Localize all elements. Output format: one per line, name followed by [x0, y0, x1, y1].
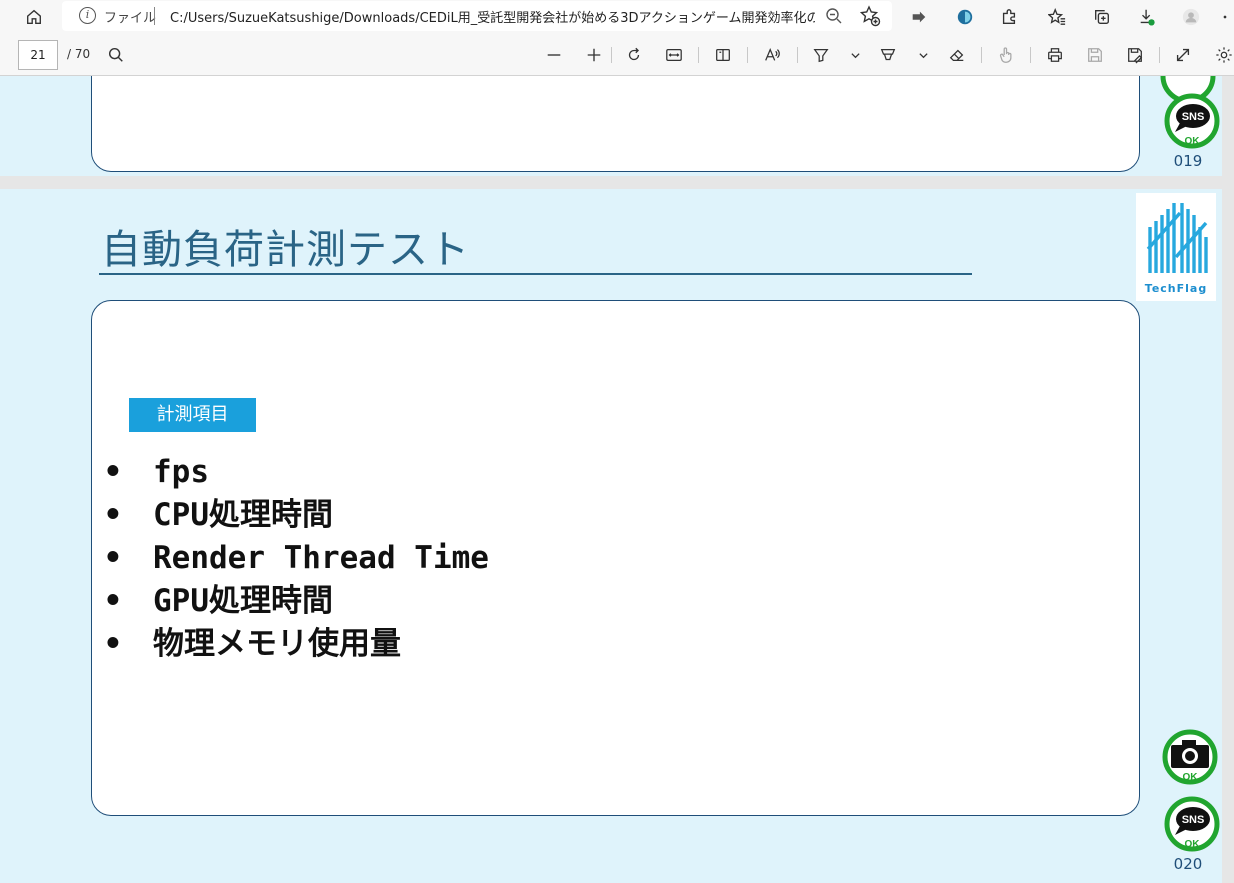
page-number-label: 019	[1173, 152, 1203, 170]
eraser-icon[interactable]	[945, 43, 969, 67]
fit-width-icon[interactable]	[662, 43, 686, 67]
url-text[interactable]: C:/Users/SuzueKatsushige/Downloads/CEDiL…	[170, 7, 815, 26]
list-item-text: Render Thread Time	[153, 540, 489, 576]
bullet-marker: •	[103, 454, 123, 490]
page-number-input[interactable]: 21	[18, 40, 58, 70]
pdf-document-area[interactable]: SNS OK 019 自動負荷計測テスト TechFlag 計測項目 • fps	[0, 76, 1234, 883]
list-item-text: 物理メモリ使用量	[153, 626, 401, 662]
measurement-items-list: • fps • CPU処理時間 • Render Thread Time • GPU処理…	[103, 451, 489, 666]
rotate-icon[interactable]	[622, 43, 646, 67]
title-underline	[99, 273, 972, 275]
settings-gear-icon[interactable]	[1212, 43, 1234, 67]
zoom-out-icon[interactable]	[824, 6, 844, 26]
bullet-marker: •	[103, 583, 123, 619]
list-item-text: GPU処理時間	[153, 583, 333, 619]
svg-text:SNS: SNS	[1182, 814, 1205, 826]
techflag-logo-icon	[1146, 203, 1208, 273]
svg-text:OK: OK	[1183, 772, 1199, 783]
list-item: • CPU処理時間	[103, 494, 489, 537]
toolbar-divider	[797, 47, 798, 63]
toolbar-divider	[1159, 47, 1160, 63]
section-label-badge: 計測項目	[129, 398, 256, 432]
pdf-toolbar: 21 / 70	[0, 34, 1234, 76]
toolbar-divider	[698, 47, 699, 63]
list-item-text: CPU処理時間	[153, 497, 333, 533]
collections-icon[interactable]	[1088, 3, 1116, 31]
pdf-page-previous: SNS OK 019	[0, 76, 1222, 176]
techflag-logo: TechFlag	[1136, 193, 1216, 301]
toolbar-divider	[981, 47, 982, 63]
save-icon[interactable]	[1083, 43, 1107, 67]
file-scheme-label: ファイル	[104, 11, 157, 26]
edge-extension-icon[interactable]	[951, 3, 979, 31]
extensions-icon[interactable]	[995, 3, 1023, 31]
browser-address-bar: i ファイル C:/Users/SuzueKatsushige/Download…	[0, 0, 1234, 34]
bullet-marker: •	[103, 497, 123, 533]
camera-ok-icon: OK	[1162, 729, 1218, 785]
url-separator	[154, 7, 155, 25]
home-icon[interactable]	[20, 3, 48, 31]
chevron-down-icon[interactable]	[911, 43, 935, 67]
more-menu-icon[interactable]	[1216, 3, 1234, 31]
page-view-icon[interactable]	[711, 43, 735, 67]
logo-text: TechFlag	[1144, 282, 1208, 295]
draw-icon[interactable]	[876, 43, 900, 67]
toolbar-divider	[1030, 47, 1031, 63]
slide-title: 自動負荷計測テスト	[101, 227, 470, 273]
list-item: • 物理メモリ使用量	[103, 623, 489, 666]
page-total-label: / 70	[67, 47, 91, 61]
svg-text:OK: OK	[1185, 839, 1201, 850]
favorites-icon[interactable]	[1043, 3, 1071, 31]
list-item-text: fps	[153, 454, 209, 490]
list-item: • GPU処理時間	[103, 580, 489, 623]
list-item: • fps	[103, 451, 489, 494]
svg-text:OK: OK	[1185, 136, 1201, 147]
bullet-marker: •	[103, 540, 123, 576]
chevron-down-icon[interactable]	[843, 43, 867, 67]
highlight-icon[interactable]	[809, 43, 833, 67]
zoom-in-button[interactable]	[582, 43, 606, 67]
read-aloud-icon[interactable]	[905, 3, 933, 31]
print-icon[interactable]	[1043, 43, 1067, 67]
toolbar-divider	[611, 47, 612, 63]
info-icon[interactable]: i	[79, 7, 96, 24]
read-aloud-button[interactable]	[760, 43, 784, 67]
page-number-label: 020	[1173, 855, 1203, 873]
content-frame	[91, 76, 1140, 172]
sns-ok-icon: SNS OK	[1164, 796, 1220, 852]
svg-text:SNS: SNS	[1182, 111, 1205, 123]
toolbar-divider	[747, 47, 748, 63]
search-icon[interactable]	[104, 43, 128, 67]
pdf-page-current: 自動負荷計測テスト TechFlag 計測項目 • fps • CPU処理時間 • R…	[0, 189, 1222, 883]
zoom-out-button[interactable]	[542, 43, 566, 67]
url-field[interactable]: i ファイル C:/Users/SuzueKatsushige/Download…	[62, 1, 892, 31]
downloads-icon[interactable]	[1133, 3, 1161, 31]
touch-draw-icon[interactable]	[994, 43, 1018, 67]
bullet-marker: •	[103, 626, 123, 662]
list-item: • Render Thread Time	[103, 537, 489, 580]
sns-ok-icon: SNS OK	[1164, 93, 1220, 149]
profile-avatar-icon[interactable]	[1177, 3, 1205, 31]
add-favorite-icon[interactable]	[859, 5, 881, 27]
fullscreen-icon[interactable]	[1171, 43, 1195, 67]
save-as-icon[interactable]	[1123, 43, 1147, 67]
